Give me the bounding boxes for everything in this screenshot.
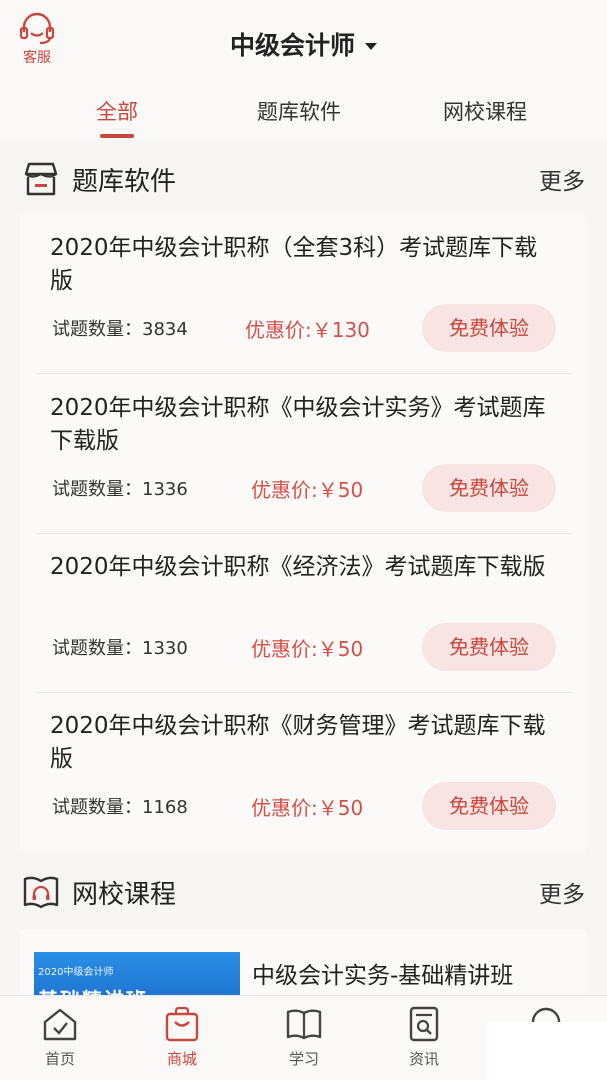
list-item[interactable]: 2020年中级会计职称《财务管理》考试题库下载版 试题数量：1168 优惠价:￥… (20, 692, 587, 852)
section-title: 题库软件 (72, 167, 177, 197)
nav-label: 首页 (44, 1050, 75, 1068)
nav-label: 学习 (288, 1050, 319, 1068)
online-courses-more-link[interactable]: 更多 (539, 875, 585, 909)
free-trial-button[interactable]: 免费体验 (422, 623, 556, 671)
course-book-icon (23, 876, 59, 909)
top-bar: 客服 中级会计师 (0, 0, 607, 88)
home-icon (43, 1008, 77, 1041)
news-icon (409, 1006, 439, 1042)
question-count: 试题数量：1330 (52, 638, 188, 659)
question-bank-header: 题库软件 更多 (0, 156, 607, 200)
free-trial-button[interactable]: 免费体验 (422, 782, 556, 830)
course-thumbnail: 2020中级会计师 基础精讲班 (34, 952, 240, 998)
discount-price: 优惠价:￥50 (251, 478, 364, 502)
nav-news[interactable]: 资讯 (384, 1006, 464, 1069)
discount-price: 优惠价:￥50 (251, 796, 364, 820)
active-tab-indicator (100, 134, 134, 138)
item-title: 2020年中级会计职称《财务管理》考试题库下载版 (50, 713, 546, 772)
nav-label: 商城 (166, 1050, 197, 1068)
shopping-bag-icon (165, 1006, 199, 1042)
online-courses-header: 网校课程 更多 (0, 869, 607, 913)
list-item[interactable]: 2020年中级会计职称《经济法》考试题库下载版 试题数量：1330 优惠价:￥5… (20, 533, 587, 693)
item-title: 2020年中级会计职称《中级会计实务》考试题库下载版 (50, 395, 546, 454)
thumbnail-tag: 2020中级会计师 (38, 967, 114, 978)
page-title: 中级会计师 (229, 31, 355, 60)
item-title: 2020年中级会计职称《经济法》考试题库下载版 (50, 554, 546, 580)
blank-overlay (487, 1022, 607, 1080)
question-count: 试题数量：1336 (52, 479, 188, 500)
question-bank-more-link[interactable]: 更多 (539, 162, 585, 196)
discount-price: 优惠价:￥130 (245, 318, 370, 342)
list-item[interactable]: 2020年中级会计职称《中级会计实务》考试题库下载版 试题数量：1336 优惠价… (20, 374, 587, 534)
course-title: 中级会计实务-基础精讲班 (252, 963, 514, 989)
discount-price: 优惠价:￥50 (251, 637, 364, 661)
exam-selector[interactable]: 中级会计师 (0, 26, 607, 62)
free-trial-button[interactable]: 免费体验 (422, 304, 556, 352)
profile-icon[interactable] (528, 1004, 564, 1024)
question-count: 试题数量：3834 (52, 319, 188, 340)
free-trial-button[interactable]: 免费体验 (422, 464, 556, 512)
tab-online-courses[interactable]: 网校课程 (443, 96, 527, 126)
category-tabs: 全部 题库软件 网校课程 (0, 88, 607, 140)
question-bank-list: 2020年中级会计职称（全套3科）考试题库下载版 试题数量：3834 优惠价:￥… (20, 214, 587, 852)
item-title: 2020年中级会计职称（全套3科）考试题库下载版 (50, 235, 538, 294)
book-icon (286, 1009, 322, 1040)
caret-down-icon (365, 43, 377, 50)
section-title: 网校课程 (72, 880, 177, 910)
list-item[interactable]: 2020年中级会计职称（全套3科）考试题库下载版 试题数量：3834 优惠价:￥… (20, 214, 587, 374)
nav-home[interactable]: 首页 (20, 1006, 100, 1069)
nav-study[interactable]: 学习 (264, 1006, 344, 1069)
question-count: 试题数量：1168 (52, 797, 188, 818)
tab-all[interactable]: 全部 (96, 96, 138, 126)
nav-mall[interactable]: 商城 (142, 1006, 222, 1069)
tab-question-bank[interactable]: 题库软件 (257, 96, 341, 126)
store-icon (24, 162, 58, 196)
nav-label: 资讯 (408, 1050, 439, 1068)
